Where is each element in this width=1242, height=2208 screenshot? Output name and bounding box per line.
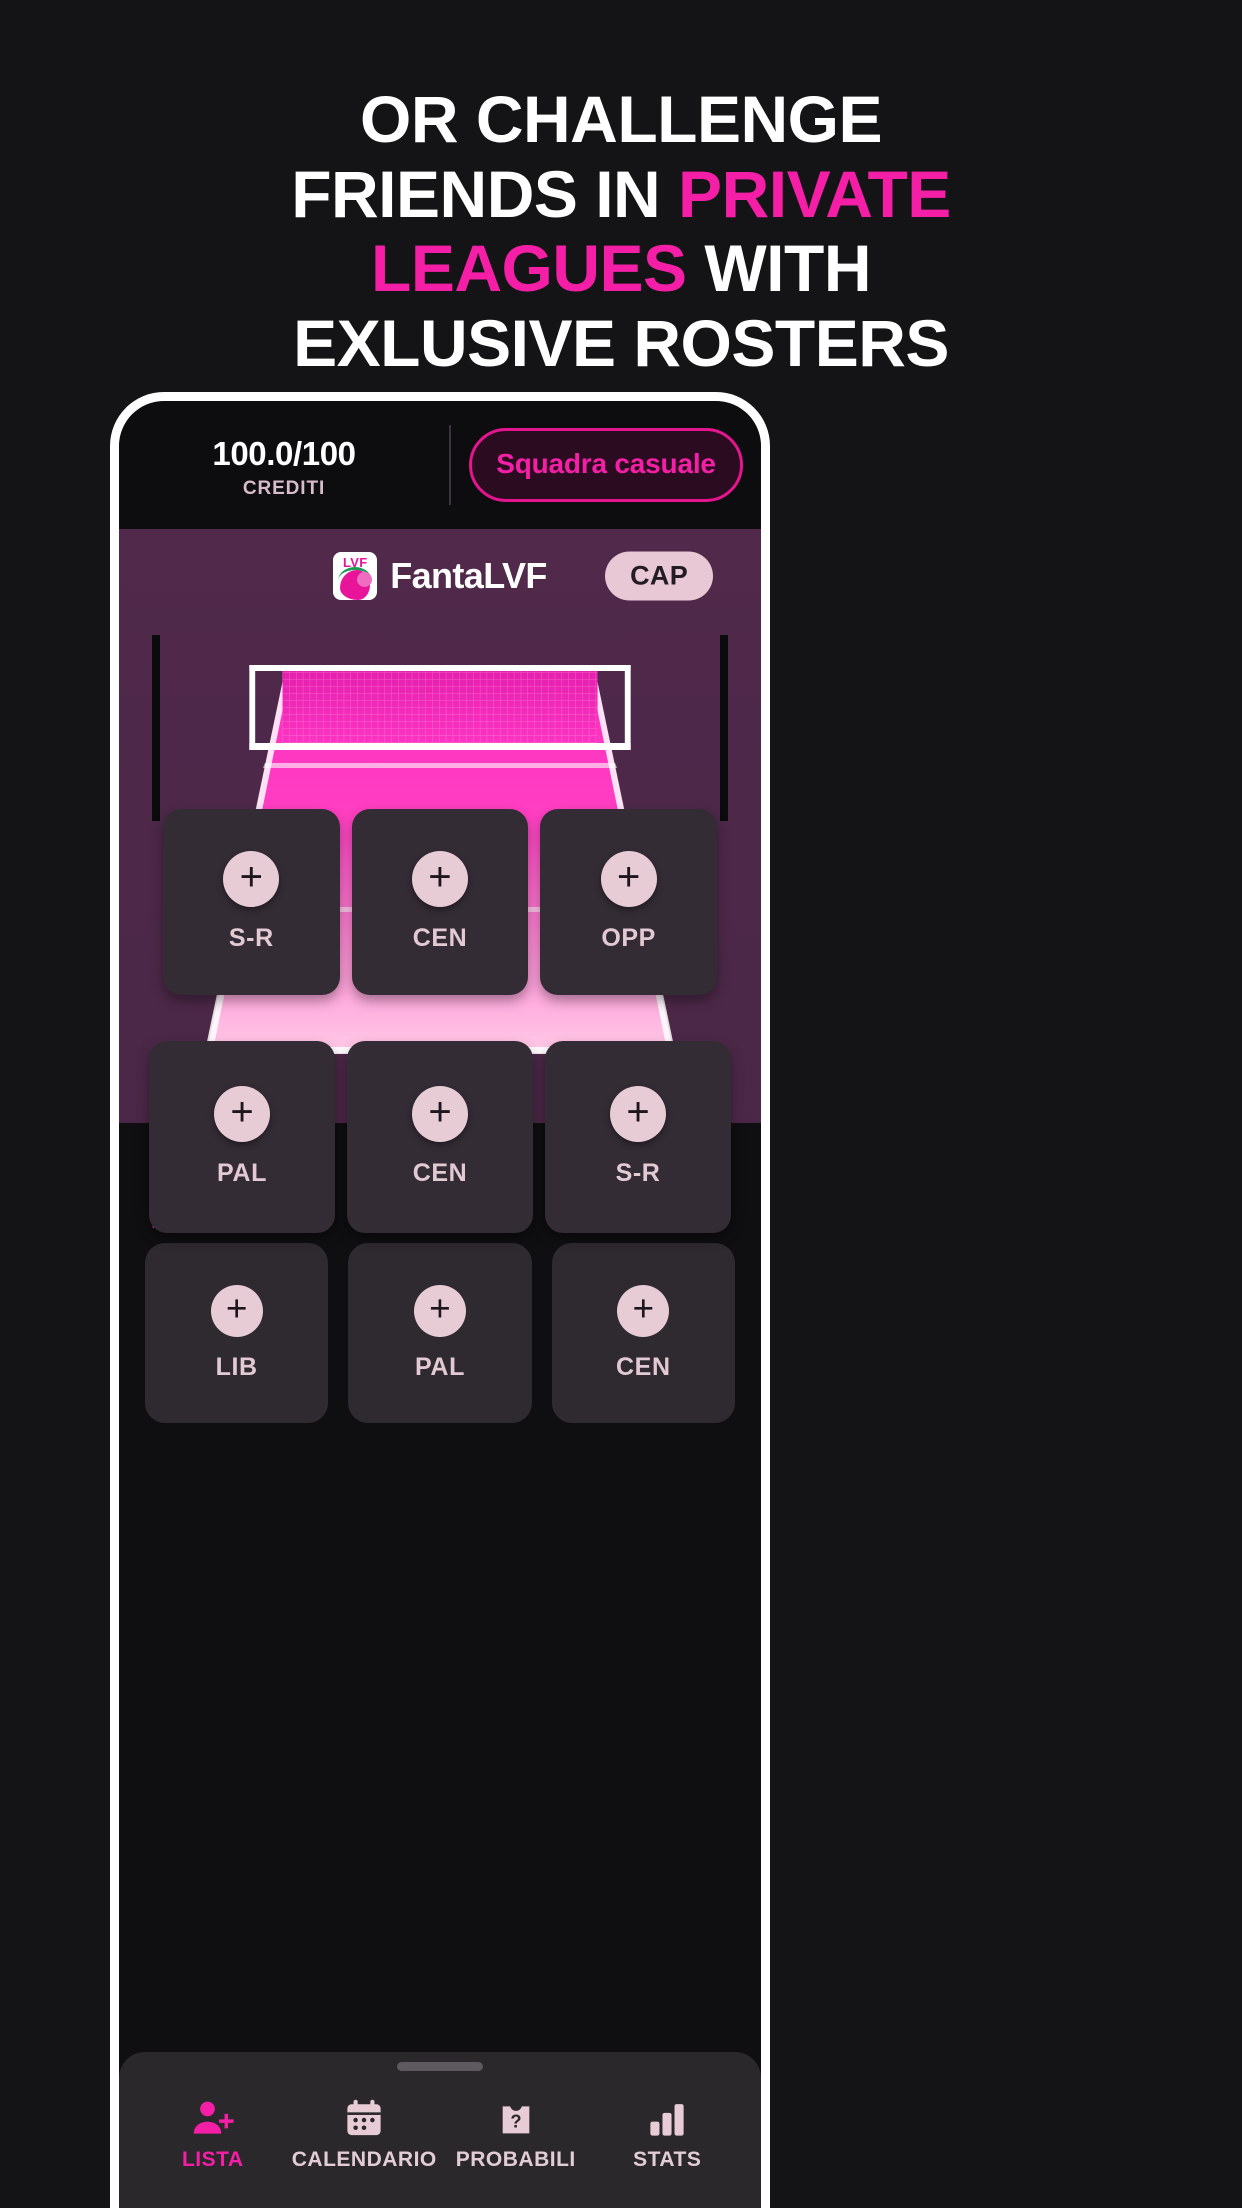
player-slot[interactable]: + S-R: [545, 1041, 731, 1233]
bench-section: Panchina ? LIBERO + LIB + PAL: [119, 1123, 761, 2208]
slot-role-label: S-R: [615, 1159, 661, 1187]
nav-item-probabili[interactable]: ? PROBABILI: [441, 2089, 591, 2172]
jersey-question-icon: ?: [496, 2089, 536, 2141]
credits-bar: 100.0/100 CREDITI Squadra casuale: [119, 401, 761, 529]
bench-player-slot[interactable]: + CEN: [551, 1243, 735, 1423]
headline-line-2: FRIENDS IN PRIVATE: [60, 157, 1182, 232]
slot-role-label: CEN: [616, 1352, 671, 1381]
app-header: LVF FantaLVF CAP: [119, 529, 761, 623]
bar-chart-icon: [646, 2089, 688, 2141]
nav-item-lista[interactable]: LISTA: [138, 2089, 288, 2172]
nav-label: PROBABILI: [455, 2148, 576, 2171]
credits-value: 100.0/100: [212, 435, 356, 473]
headline-highlight: LEAGUES: [371, 231, 687, 306]
headline-line-4: EXLUSIVE ROSTERS: [60, 306, 1182, 381]
bench-player-slot[interactable]: + LIB: [145, 1243, 329, 1423]
add-player-icon[interactable]: +: [412, 1086, 468, 1142]
random-team-button[interactable]: Squadra casuale: [469, 428, 743, 502]
player-slot[interactable]: + PAL: [149, 1041, 335, 1233]
add-player-icon[interactable]: +: [210, 1284, 263, 1337]
add-player-icon[interactable]: +: [617, 1284, 670, 1337]
slot-role-label: LIB: [215, 1352, 258, 1381]
player-slot[interactable]: + CEN: [351, 809, 529, 995]
captain-badge[interactable]: CAP: [605, 551, 713, 601]
svg-text:?: ?: [510, 2111, 521, 2132]
slot-role-label: OPP: [601, 924, 656, 952]
add-player-icon[interactable]: +: [214, 1086, 270, 1142]
nav-item-calendario[interactable]: CALENDARIO: [289, 2089, 439, 2172]
bench-player-slot[interactable]: + PAL: [348, 1243, 532, 1423]
nav-item-stats[interactable]: STATS: [592, 2089, 742, 2172]
add-player-icon[interactable]: +: [411, 851, 468, 907]
bottom-navigation-bar: LISTA CALENDARIO ? PROBABILI STATS: [119, 2052, 761, 2208]
headline-text: FRIENDS IN: [291, 156, 679, 231]
player-slot[interactable]: + OPP: [540, 809, 717, 995]
phone-mockup: 100.0/100 CREDITI Squadra casuale LVF Fa…: [110, 392, 770, 2208]
app-title: FantaLVF: [390, 555, 547, 596]
add-player-icon[interactable]: +: [413, 1284, 466, 1337]
court-back-row: + PAL + CEN + S-R: [119, 1041, 761, 1233]
lvf-logo-icon: LVF: [333, 552, 378, 600]
slot-role-label: CEN: [412, 924, 468, 952]
player-slot[interactable]: + CEN: [347, 1041, 533, 1233]
court-front-row: + S-R + CEN + OPP: [119, 809, 761, 995]
headline-highlight: PRIVATE: [678, 156, 951, 231]
app-content: LVF FantaLVF CAP + S-R + CEN + OPP + PAL…: [119, 529, 761, 2208]
volleyball-court: + S-R + CEN + OPP + PAL + CEN + S-R: [119, 623, 761, 1233]
headline-text: WITH: [686, 231, 871, 306]
headline-line-3: LEAGUES WITH: [60, 231, 1182, 306]
calendar-icon: [343, 2089, 385, 2141]
net-post-right: [720, 635, 728, 821]
credits-block: 100.0/100 CREDITI: [119, 430, 449, 499]
headline-text: OR CHALLENGE: [360, 82, 883, 156]
net-post-left: [152, 635, 160, 821]
slot-role-label: S-R: [228, 924, 274, 952]
add-player-icon[interactable]: +: [223, 851, 280, 907]
random-team-wrap: Squadra casuale: [451, 428, 757, 502]
brand-group: LVF FantaLVF: [333, 552, 547, 600]
bench-slots: + LIB + PAL + CEN: [119, 1243, 761, 1423]
person-add-icon: [191, 2089, 235, 2141]
add-player-icon[interactable]: +: [610, 1086, 666, 1142]
phone-screen: 100.0/100 CREDITI Squadra casuale LVF Fa…: [119, 401, 761, 2208]
player-slot[interactable]: + S-R: [163, 809, 340, 995]
nav-items: LISTA CALENDARIO ? PROBABILI STATS: [119, 2089, 761, 2172]
promo-screenshot: OR CHALLENGE FRIENDS IN PRIVATE LEAGUES …: [0, 0, 1242, 2208]
nav-label: CALENDARIO: [291, 2148, 437, 2171]
slot-role-label: CEN: [412, 1159, 468, 1187]
promo-headline: OR CHALLENGE FRIENDS IN PRIVATE LEAGUES …: [0, 82, 1242, 380]
slot-role-label: PAL: [415, 1352, 465, 1381]
sheet-drag-handle[interactable]: [397, 2062, 483, 2071]
add-player-icon[interactable]: +: [600, 851, 657, 907]
headline-text: EXLUSIVE ROSTERS: [293, 305, 949, 380]
credits-label: CREDITI: [242, 477, 326, 499]
slot-role-label: PAL: [217, 1159, 267, 1187]
headline-line-1: OR CHALLENGE: [60, 82, 1182, 157]
nav-label: LISTA: [181, 2148, 244, 2171]
nav-label: STATS: [633, 2148, 702, 2171]
